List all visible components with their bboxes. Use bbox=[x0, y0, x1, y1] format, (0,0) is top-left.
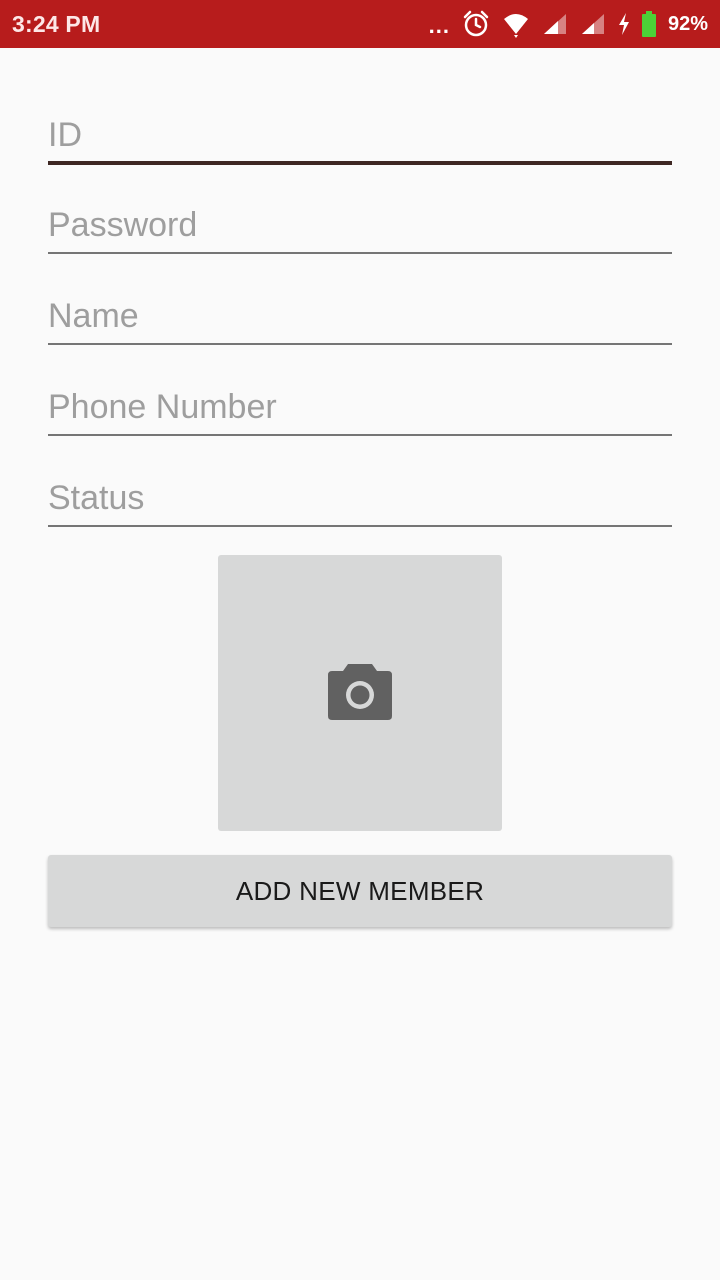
name-field-underline bbox=[48, 343, 672, 345]
name-field[interactable]: Name bbox=[48, 291, 672, 346]
password-placeholder: Password bbox=[48, 206, 198, 244]
id-field-underline bbox=[48, 161, 672, 165]
more-notifications-icon: ... bbox=[428, 13, 450, 38]
phone-number-placeholder: Phone Number bbox=[48, 388, 277, 426]
name-placeholder: Name bbox=[48, 297, 139, 335]
camera-icon bbox=[328, 662, 392, 722]
battery-icon bbox=[641, 11, 656, 37]
add-new-member-button[interactable]: ADD NEW MEMBER bbox=[48, 855, 672, 927]
password-field[interactable]: Password bbox=[48, 200, 672, 255]
status-field-underline bbox=[48, 525, 672, 527]
alarm-icon bbox=[462, 10, 490, 38]
status-icons: ... 92% bbox=[429, 9, 708, 39]
status-time: 3:24 PM bbox=[12, 11, 101, 37]
status-placeholder: Status bbox=[48, 479, 145, 517]
password-field-underline bbox=[48, 252, 672, 254]
id-placeholder: ID bbox=[48, 116, 82, 154]
wifi-icon bbox=[502, 10, 530, 38]
phone-number-field-underline bbox=[48, 434, 672, 436]
id-field[interactable]: ID bbox=[48, 108, 672, 165]
signal-icon bbox=[580, 12, 606, 36]
status-bar: 3:24 PM ... 92% bbox=[0, 0, 720, 48]
signal-icon bbox=[542, 12, 568, 36]
phone-number-field[interactable]: Phone Number bbox=[48, 382, 672, 437]
charging-icon bbox=[618, 12, 630, 36]
status-field[interactable]: Status bbox=[48, 473, 672, 528]
photo-picker[interactable] bbox=[218, 555, 502, 831]
battery-percent: 92% bbox=[667, 12, 708, 35]
